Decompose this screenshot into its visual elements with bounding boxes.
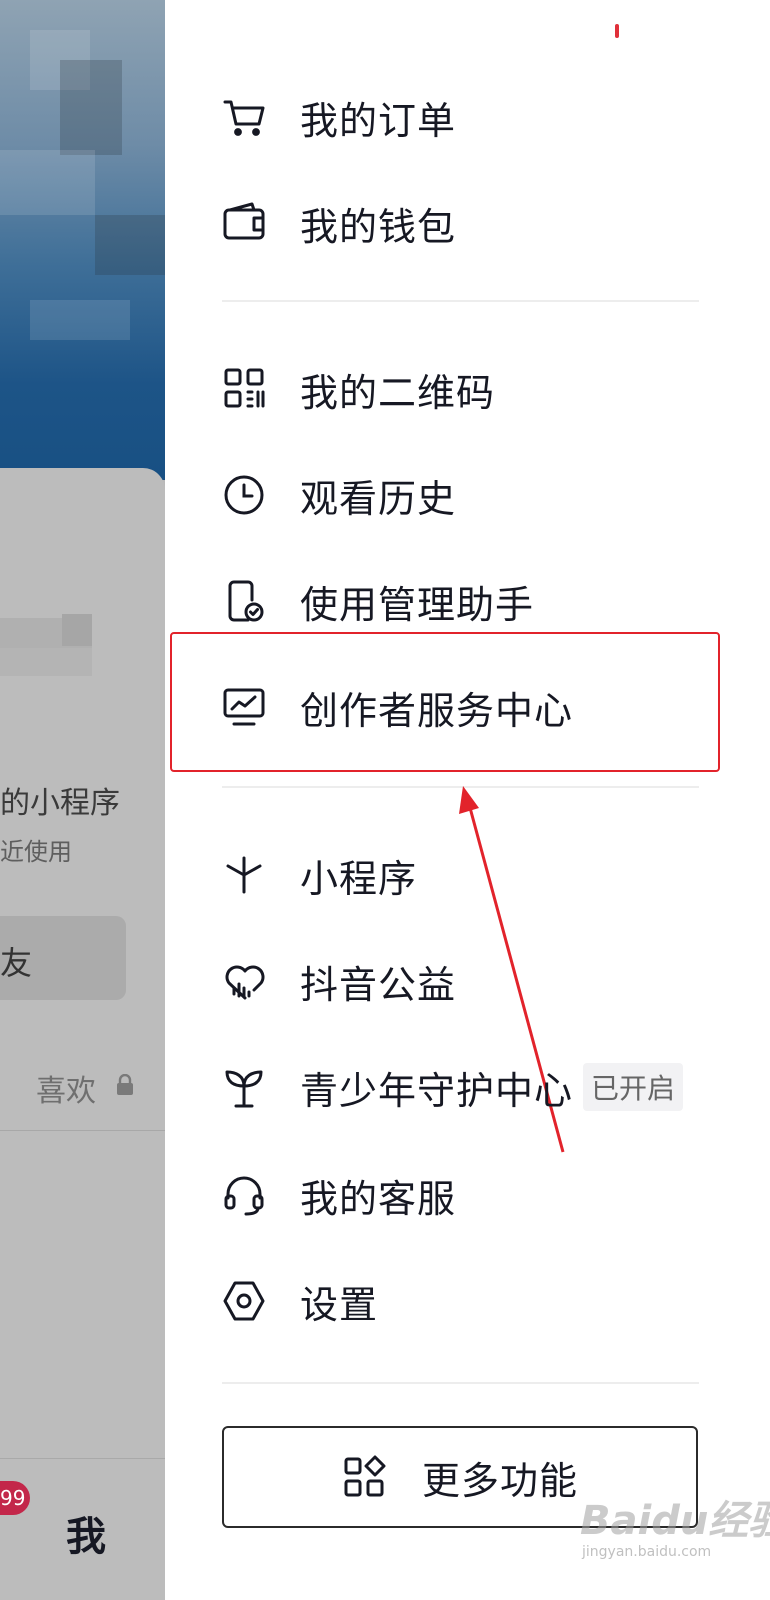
blurred-username [62, 614, 92, 646]
profile-background-pane: 我的小程序 最近使用 朋友 喜欢 99 我 [0, 0, 165, 1600]
headset-icon [222, 1172, 268, 1218]
menu-item-usage-assistant[interactable]: 使用管理助手 [222, 566, 702, 636]
menu-item-mini-programs[interactable]: 小程序 [222, 840, 702, 910]
status-indicator [615, 24, 619, 38]
more-features-label: 更多功能 [421, 1458, 578, 1503]
menu-label-history: 观看历史 [300, 476, 457, 521]
menu-item-orders[interactable]: 我的订单 [222, 82, 702, 152]
menu-label-usage-assistant: 使用管理助手 [300, 582, 535, 627]
baidu-watermark-url: jingyan.baidu.com [582, 1544, 712, 1560]
menu-item-teen-mode[interactable]: 青少年守护中心 已开启 [222, 1052, 770, 1122]
menu-label-charity: 抖音公益 [300, 962, 457, 1007]
menu-item-qrcode[interactable]: 我的二维码 [222, 354, 702, 424]
clock-icon [222, 472, 268, 518]
menu-label-customer-service: 我的客服 [300, 1176, 457, 1221]
menu-item-charity[interactable]: 抖音公益 [222, 946, 702, 1016]
menu-label-qrcode: 我的二维码 [300, 370, 496, 415]
menu-label-mini-programs: 小程序 [300, 856, 418, 901]
tab-bar-divider [0, 1458, 165, 1459]
qr-code-icon [222, 366, 268, 412]
divider [0, 1130, 165, 1131]
teen-mode-status-badge: 已开启 [583, 1063, 684, 1111]
phone-check-icon [222, 578, 268, 624]
menu-item-settings[interactable]: 设置 [222, 1266, 702, 1336]
menu-label-orders: 我的订单 [300, 98, 457, 143]
menu-label-wallet: 我的钱包 [300, 204, 457, 249]
settings-hexagon-icon [222, 1278, 268, 1324]
menu-item-customer-service[interactable]: 我的客服 [222, 1160, 702, 1230]
sprout-icon [222, 1064, 268, 1110]
menu-item-history[interactable]: 观看历史 [222, 460, 702, 530]
friends-label: 朋友 [0, 944, 33, 982]
mini-program-asterisk-icon [222, 852, 268, 898]
menu-label-teen-mode: 青少年守护中心 [300, 1068, 574, 1113]
tab-likes[interactable]: 喜欢 [36, 1066, 96, 1110]
menu-item-wallet[interactable]: 我的钱包 [222, 188, 702, 258]
tab-me[interactable]: 我 [66, 1504, 106, 1562]
menu-divider [222, 300, 699, 302]
menu-divider [222, 1382, 699, 1384]
my-mini-programs-title[interactable]: 我的小程序 [0, 778, 120, 822]
apps-grid-icon [342, 1455, 386, 1499]
blurred-username [0, 648, 92, 676]
menu-label-settings: 设置 [300, 1282, 379, 1327]
baidu-watermark: Baidu经验 [580, 1498, 770, 1544]
wallet-icon [222, 200, 268, 246]
shopping-cart-icon [222, 94, 268, 140]
recently-used-label: 最近使用 [0, 838, 72, 866]
highlight-annotation-box [170, 632, 720, 772]
cover-mosaic [60, 60, 122, 155]
cover-mosaic [95, 215, 165, 275]
heart-chart-icon [222, 958, 268, 1004]
side-drawer-menu: 我的订单 我的钱包 我的二维码 观看历史 使用管理助手 创作者服务中心 小程序 … [165, 0, 770, 1600]
cover-mosaic [30, 300, 130, 340]
profile-cover-image [0, 0, 165, 480]
cover-mosaic [0, 150, 95, 215]
lock-icon [117, 1074, 133, 1095]
